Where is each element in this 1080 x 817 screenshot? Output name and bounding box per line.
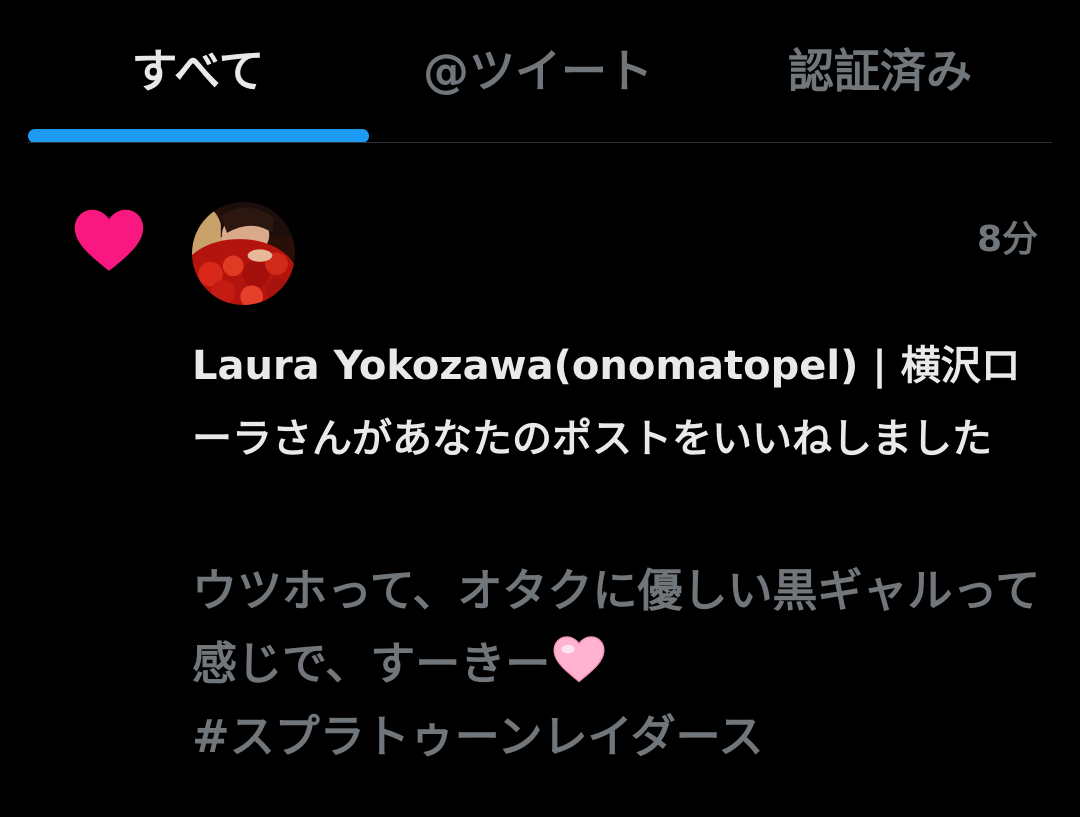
tab-verified[interactable]: 認証済み — [710, 30, 1050, 106]
notification-timestamp: 8分 — [976, 219, 1038, 260]
tab-verified-label: 認証済み — [788, 44, 972, 98]
user-avatar[interactable] — [192, 202, 295, 305]
post-body: ウツホって、オタクに優しい黒ギャルって感じで、すーきー — [192, 564, 1041, 690]
tab-all[interactable]: すべて — [28, 30, 368, 106]
notification-tabs: すべて @ツイート 認証済み — [0, 0, 1080, 145]
tab-mentions-label: @ツイート — [423, 44, 653, 98]
active-tab-indicator — [28, 129, 369, 143]
notification-headline[interactable]: Laura Yokozawa(onomatopel) | 横沢ローラさんがあなた… — [192, 330, 1022, 476]
post-hashtag[interactable]: #スプラトゥーンレイダース — [192, 700, 1042, 773]
like-notification[interactable]: 8分 Laura Yokozawa(onomatopel) | 横沢ローラさんが… — [0, 144, 1080, 817]
tab-all-label: すべて — [131, 44, 265, 98]
avatar-image — [192, 202, 295, 305]
tab-mentions[interactable]: @ツイート — [368, 30, 708, 106]
liked-post-text[interactable]: ウツホって、オタクに優しい黒ギャルって感じで、すーきー #スプラトゥーンレイダー… — [192, 554, 1042, 773]
heart-icon — [74, 209, 144, 271]
pink-heart-icon — [553, 636, 605, 683]
tab-divider — [28, 142, 1052, 143]
